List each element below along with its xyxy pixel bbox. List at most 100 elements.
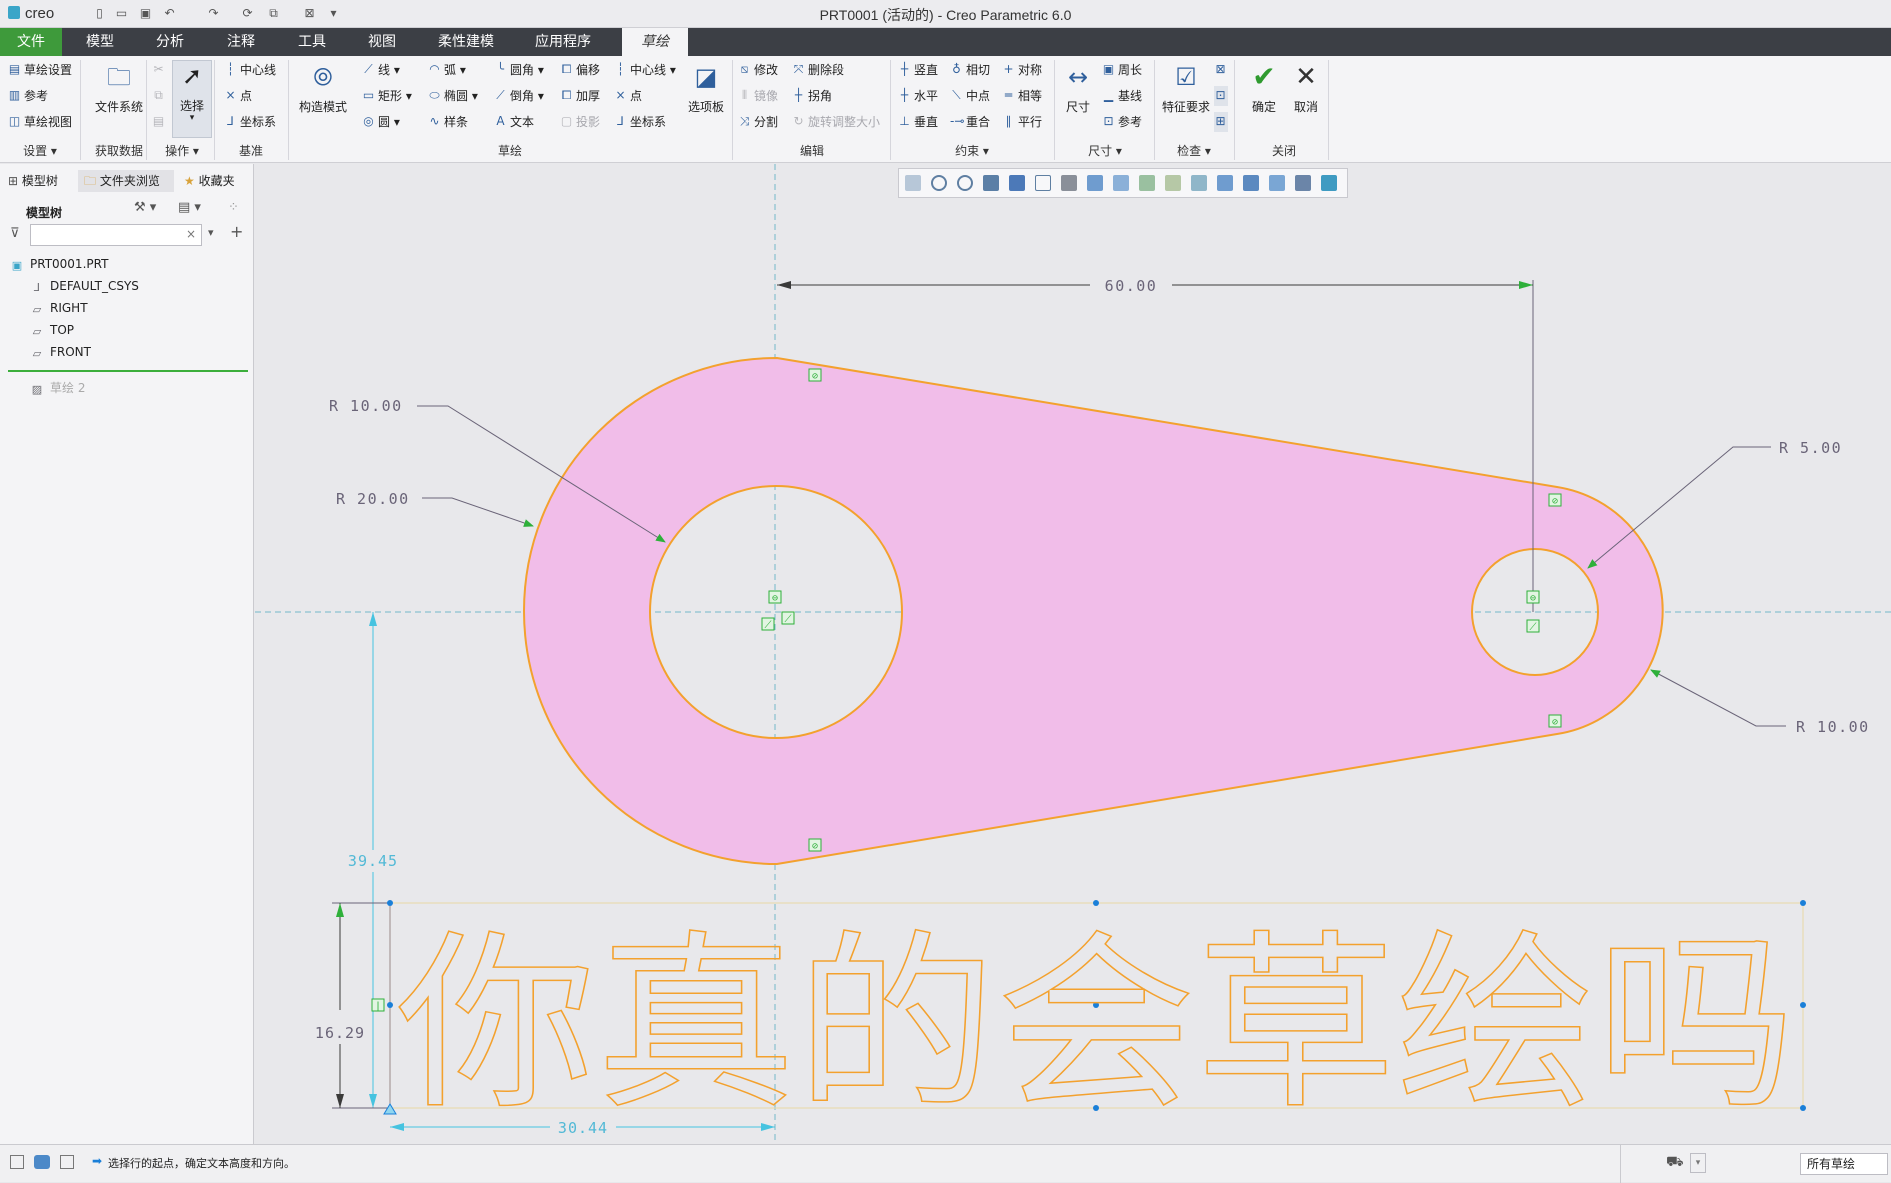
- annotation-display-icon[interactable]: [1165, 175, 1181, 191]
- text-origin-icon[interactable]: [383, 1103, 397, 1115]
- perspective-icon[interactable]: [1087, 175, 1103, 191]
- view-manager-icon[interactable]: [1061, 175, 1077, 191]
- perimeter-button[interactable]: ▣ 周长: [1102, 60, 1142, 80]
- vertical-constraint-button[interactable]: ┼ 竖直: [898, 60, 938, 80]
- fullscreen-icon[interactable]: [60, 1155, 74, 1169]
- dimension-60[interactable]: 60.00: [1105, 277, 1158, 295]
- zoom-out-icon[interactable]: [957, 175, 973, 191]
- sketch-centerline-button[interactable]: ┆ 中心线 ▾: [614, 60, 676, 80]
- tree-settings-icon[interactable]: ⚒ ▾: [134, 200, 156, 215]
- find-dropdown-icon[interactable]: ▾: [1690, 1153, 1706, 1173]
- sketch-text-entity[interactable]: 你真的会草绘吗: [395, 913, 1797, 1136]
- group-constrain-label[interactable]: 约束 ▾: [892, 142, 1052, 160]
- tree-item-right[interactable]: ▱ RIGHT: [30, 298, 88, 318]
- sketch-point-button[interactable]: × 点: [614, 86, 642, 106]
- saved-orientations-icon[interactable]: [1035, 175, 1051, 191]
- selection-filter-select[interactable]: 所有草绘: [1800, 1153, 1888, 1175]
- dimension-button[interactable]: ↔ 尺寸: [1058, 62, 1098, 115]
- dimension-39[interactable]: 39.45: [348, 852, 398, 870]
- tangent-constraint-icon[interactable]: ⊘: [1548, 714, 1562, 728]
- chamfer-button[interactable]: ⟋ 倒角 ▾: [494, 86, 544, 106]
- shade-closed-loops-icon[interactable]: ⊞: [1214, 112, 1228, 132]
- point-on-entity-constraint-icon[interactable]: ⟋: [1526, 619, 1540, 633]
- refit-icon[interactable]: [905, 175, 921, 191]
- repaint-icon[interactable]: [983, 175, 999, 191]
- reference-dimension-button[interactable]: ⊡ 参考: [1102, 112, 1142, 132]
- coincident-constraint-icon[interactable]: ⊖: [768, 590, 782, 604]
- add-filter-icon[interactable]: +: [230, 222, 243, 241]
- offset-button[interactable]: ⧠ 偏移: [560, 60, 600, 80]
- tab-model-tree[interactable]: ⊞ 模型树: [8, 170, 58, 192]
- group-dimension-label[interactable]: 尺寸 ▾: [1056, 142, 1154, 160]
- tree-columns-icon[interactable]: ▤ ▾: [178, 200, 201, 215]
- sketcher-display-icon[interactable]: [1321, 175, 1337, 191]
- coincident-constraint-icon[interactable]: ⊖: [1526, 590, 1540, 604]
- sketch-profile[interactable]: [523, 356, 1664, 866]
- construction-mode-button[interactable]: ⦾ 构造模式: [290, 62, 356, 115]
- spin-center-icon[interactable]: [1139, 175, 1155, 191]
- clear-icon[interactable]: ×: [186, 227, 196, 241]
- grid-display-icon[interactable]: [1243, 175, 1259, 191]
- tree-item-top[interactable]: ▱ TOP: [30, 320, 74, 340]
- tab-tools[interactable]: 工具: [282, 28, 342, 56]
- dimension-16[interactable]: 16.29: [315, 1024, 365, 1042]
- equal-constraint-button[interactable]: ═ 相等: [1002, 86, 1042, 106]
- tab-flexible-modeling[interactable]: 柔性建模: [424, 28, 508, 56]
- sketch-view-icon[interactable]: [1295, 175, 1311, 191]
- symmetric-constraint-button[interactable]: + 对称: [1002, 60, 1042, 80]
- tab-applications[interactable]: 应用程序: [518, 28, 608, 56]
- horizontal-constraint-button[interactable]: ┼ 水平: [898, 86, 938, 106]
- dimension-display-icon[interactable]: [1191, 175, 1207, 191]
- tab-analysis[interactable]: 分析: [140, 28, 200, 56]
- point-on-entity-constraint-icon[interactable]: ⟋: [781, 611, 795, 625]
- midpoint-constraint-button[interactable]: ⟍ 中点: [950, 86, 990, 106]
- cut-icon[interactable]: ✂: [152, 60, 166, 80]
- tab-annotate[interactable]: 注释: [211, 28, 271, 56]
- tree-item-csys[interactable]: ⅃ DEFAULT_CSYS: [30, 276, 139, 296]
- dimension-r5[interactable]: R 5.00: [1779, 439, 1842, 457]
- circle-button[interactable]: ◎ 圆 ▾: [362, 112, 400, 132]
- thicken-button[interactable]: ⧠ 加厚: [560, 86, 600, 106]
- sketch-canvas[interactable]: 60.00 R 10.00 R 20.00 R 5.00 R 10.00 ⊘ ⊘…: [255, 164, 1891, 1144]
- copy-icon[interactable]: ⧉: [152, 86, 166, 106]
- find-icon[interactable]: ⛟: [1666, 1154, 1684, 1172]
- datum-display-icon[interactable]: [1113, 175, 1129, 191]
- arc-button[interactable]: ◠ 弧 ▾: [428, 60, 466, 80]
- sketch-setup-button[interactable]: ▤ 草绘设置: [8, 60, 72, 80]
- tab-model[interactable]: 模型: [70, 28, 130, 56]
- ok-button[interactable]: ✔ 确定: [1244, 62, 1284, 115]
- group-setup-label[interactable]: 设置 ▾: [0, 142, 80, 160]
- line-button[interactable]: ⟋ 线 ▾: [362, 60, 400, 80]
- project-button[interactable]: ▢ 投影: [560, 112, 600, 132]
- overlapping-geometry-icon[interactable]: ⊠: [1214, 60, 1228, 80]
- cancel-button[interactable]: ✕ 取消: [1286, 62, 1326, 115]
- divide-button[interactable]: ⤨ 分割: [738, 112, 778, 132]
- delete-segment-button[interactable]: ⤧ 删除段: [792, 60, 844, 80]
- dimension-r10-arc[interactable]: R 10.00: [1796, 718, 1870, 736]
- tab-file[interactable]: 文件: [0, 28, 62, 56]
- corner-button[interactable]: ┼ 拐角: [792, 86, 832, 106]
- sketch-view-button[interactable]: ◫ 草绘视图: [8, 112, 72, 132]
- display-style-icon[interactable]: [1009, 175, 1025, 191]
- ellipse-button[interactable]: ⬭ 椭圆 ▾: [428, 86, 477, 106]
- dimension-r10-hole[interactable]: R 10.00: [329, 397, 403, 415]
- browser-toggle-icon[interactable]: [34, 1155, 50, 1169]
- references-button[interactable]: ▥ 参考: [8, 86, 48, 106]
- fillet-button[interactable]: ╰ 圆角 ▾: [494, 60, 544, 80]
- search-dropdown-icon[interactable]: ▾: [208, 226, 214, 239]
- zoom-in-icon[interactable]: [931, 175, 947, 191]
- datum-csys-button[interactable]: ⅃ 坐标系: [224, 112, 276, 132]
- mirror-button[interactable]: ⫴ 镜像: [738, 86, 778, 106]
- coincident-constraint-button[interactable]: -⊸ 重合: [950, 112, 990, 132]
- rectangle-button[interactable]: ▭ 矩形 ▾: [362, 86, 412, 106]
- dimension-r20[interactable]: R 20.00: [336, 490, 410, 508]
- feature-requirements-button[interactable]: ☑ 特征要求: [1158, 62, 1214, 115]
- rotate-resize-button[interactable]: ↻ 旋转调整大小: [792, 112, 880, 132]
- select-button[interactable]: ➚ 选择 ▾: [172, 60, 212, 138]
- tab-view[interactable]: 视图: [352, 28, 412, 56]
- tree-item-front[interactable]: ▱ FRONT: [30, 342, 91, 362]
- highlight-open-ends-icon[interactable]: ⊡: [1214, 86, 1228, 106]
- tree-search-input[interactable]: ×: [30, 224, 202, 246]
- palette-button[interactable]: ◪ 选项板: [684, 62, 728, 115]
- file-system-button[interactable]: 🗀 文件系统: [84, 62, 154, 115]
